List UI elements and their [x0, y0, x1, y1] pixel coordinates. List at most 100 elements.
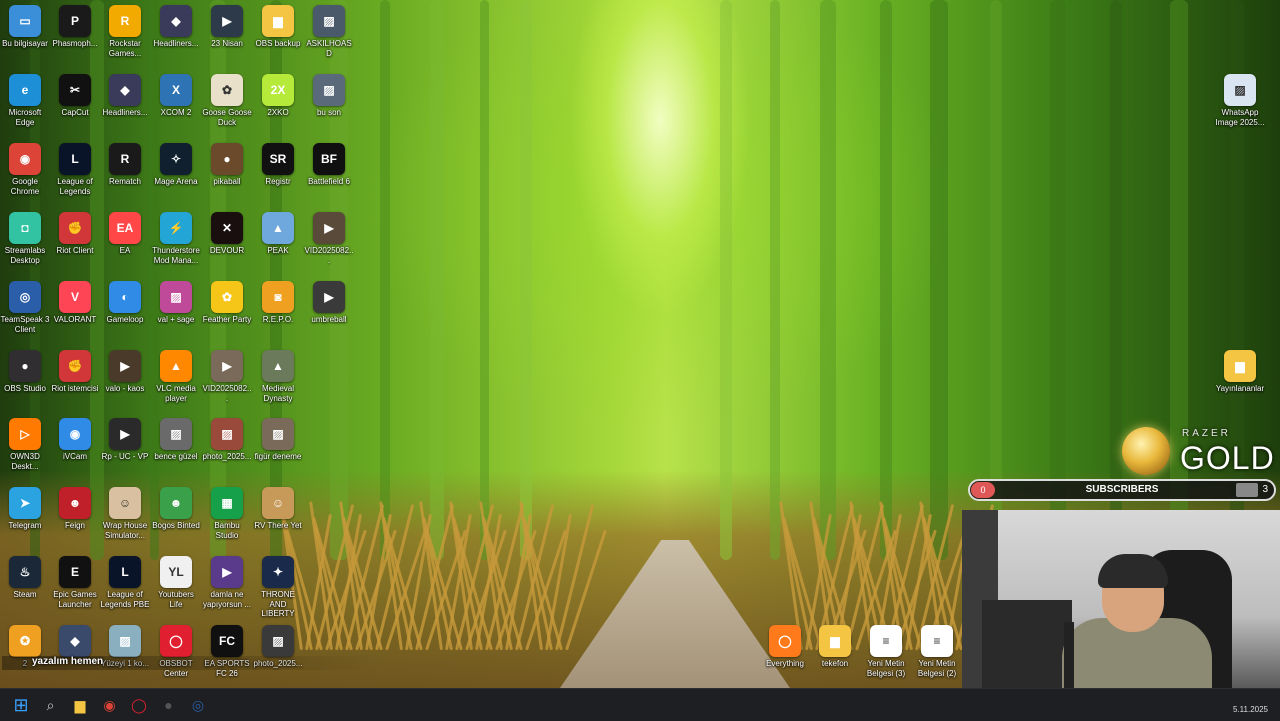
game-icon: ◆ [160, 5, 192, 37]
desktop-shortcut[interactable]: 2X 2XKO [253, 72, 303, 118]
desktop-shortcut[interactable]: L League of Legends PBE [100, 554, 150, 609]
desktop-shortcut[interactable]: ◆ Headliners... [100, 72, 150, 118]
desktop-shortcut[interactable]: ▶ damla ne yapıyorsun ... [202, 554, 252, 609]
desktop-shortcut[interactable]: ▲ VLC media player [151, 348, 201, 403]
desktop-shortcut[interactable]: ▨ ASKILHOASD [304, 3, 354, 58]
desktop-shortcut[interactable]: ✦ THRONE AND LIBERTY [253, 554, 303, 619]
desktop-shortcut[interactable]: ☺ Wrap House Simulator... [100, 485, 150, 540]
desktop-shortcut[interactable]: ◉ Google Chrome [0, 141, 50, 196]
desktop-shortcut[interactable]: ▶ umbreball [304, 279, 354, 325]
desktop-shortcut[interactable]: ✿ Feather Party [202, 279, 252, 325]
desktop-shortcut[interactable]: R Rematch [100, 141, 150, 187]
windows-start-icon[interactable]: ⊞ [9, 693, 33, 717]
desktop-shortcut[interactable]: X XCOM 2 [151, 72, 201, 118]
desktop-shortcut-label: TeamSpeak 3 Client [0, 315, 50, 334]
repo-icon: ◙ [262, 281, 294, 313]
image-icon: ▨ [109, 625, 141, 657]
desktop-shortcut[interactable]: SR Registr [253, 141, 303, 187]
desktop-shortcut[interactable]: ▨ photo_2025... [202, 416, 252, 462]
epic-icon: E [59, 556, 91, 588]
desktop-shortcut[interactable]: R Rockstar Games... [100, 3, 150, 58]
obsbot-icon[interactable]: ◯ [127, 693, 151, 717]
desktop-shortcut[interactable]: ▆ OBS backup [253, 3, 303, 49]
teamspeak-icon[interactable]: ◎ [186, 693, 210, 717]
desktop-shortcut-label: Thunderstore Mod Mana... [152, 246, 200, 265]
desktop-shortcut[interactable]: ✿ Goose Goose Duck [202, 72, 252, 127]
desktop-shortcut[interactable]: ✂ CapCut [50, 72, 100, 118]
desktop-shortcut[interactable]: ▦ Bambu Studio [202, 485, 252, 540]
desktop-shortcut[interactable]: e Microsoft Edge [0, 72, 50, 127]
desktop-shortcut[interactable]: ▨ val + sage [151, 279, 201, 325]
desktop-shortcut[interactable]: ☻ Feign [50, 485, 100, 531]
ivcam-icon: ◉ [59, 418, 91, 450]
desktop-shortcut[interactable]: ▶ Rp - UC - VP [100, 416, 150, 462]
desktop-shortcut[interactable]: ● pikaball [202, 141, 252, 187]
rockstar-icon: R [109, 5, 141, 37]
alien-icon: ☻ [160, 487, 192, 519]
desktop-shortcut[interactable]: ◐ Gameloop [100, 279, 150, 325]
desktop-shortcut[interactable]: ◆ Headliners... [151, 3, 201, 49]
desktop-shortcut[interactable]: YL Youtubers Life [151, 554, 201, 609]
desktop-shortcut-label: CapCut [61, 108, 89, 117]
desktop-shortcut-label: OWN3D Deskt... [10, 452, 40, 471]
desktop-shortcut-label: val + sage [157, 315, 195, 324]
desktop-shortcut[interactable]: ♨ Steam [0, 554, 50, 600]
desktop-shortcut[interactable]: ✊ Riot istemcisi [50, 348, 100, 394]
desktop-shortcut[interactable]: ▨ WhatsApp Image 2025... [1215, 72, 1265, 127]
desktop-shortcut[interactable]: L League of Legends [50, 141, 100, 196]
desktop-shortcut-label: Riot istemcisi [51, 384, 99, 393]
desktop-shortcut-label: Wrap House Simulator... [102, 521, 148, 540]
desktop-shortcut[interactable]: EA EA [100, 210, 150, 256]
desktop-shortcut[interactable]: ▆ Yayınlananlar [1215, 348, 1265, 394]
desktop-shortcut[interactable]: ◘ Streamlabs Desktop [0, 210, 50, 265]
desktop-shortcut[interactable]: ⚡ Thunderstore Mod Mana... [151, 210, 201, 265]
search-icon[interactable]: ⌕ [39, 693, 63, 717]
obs-icon[interactable]: ● [157, 693, 181, 717]
chrome-icon[interactable]: ◉ [98, 693, 122, 717]
desktop-shortcut[interactable]: ▨ bence güzel [151, 416, 201, 462]
desktop-shortcut[interactable]: ◉ iVCam [50, 416, 100, 462]
desktop-shortcut[interactable]: ▷ OWN3D Deskt... [0, 416, 50, 471]
tray-date[interactable]: 5.11.2025 [1233, 705, 1268, 714]
desktop-shortcut[interactable]: ▶ valo - kaos [100, 348, 150, 394]
desktop-shortcut[interactable]: ▨ bu son [304, 72, 354, 118]
riot-icon: ✊ [59, 212, 91, 244]
desktop-shortcut[interactable]: ▭ Bu bilgisayar [0, 3, 50, 49]
bamboo-stalk [1050, 0, 1066, 560]
desktop-shortcut-label: 23 Nisan [211, 39, 243, 48]
throne-icon: ✦ [262, 556, 294, 588]
desktop-shortcut[interactable]: ◎ TeamSpeak 3 Client [0, 279, 50, 334]
desktop-shortcut[interactable]: V VALORANT [50, 279, 100, 325]
desktop-shortcut[interactable]: ◙ R.E.P.O. [253, 279, 303, 325]
desktop-shortcut[interactable]: ≡ Yeni Metin Belgesi (3) [861, 623, 911, 678]
desktop-shortcut[interactable]: ☻ Bogos Binted [151, 485, 201, 531]
desktop-shortcut[interactable]: ≡ Yeni Metin Belgesi (2) [912, 623, 962, 678]
desktop-shortcut[interactable]: ✕ DEVOUR [202, 210, 252, 256]
desktop-shortcut[interactable]: ▲ PEAK [253, 210, 303, 256]
desktop-shortcut[interactable]: ▆ tekefon [810, 623, 860, 669]
desktop-shortcut-label: Bambu Studio [214, 521, 240, 540]
desktop-shortcut[interactable]: ➤ Telegram [0, 485, 50, 531]
desktop-shortcut-label: Goose Goose Duck [202, 108, 252, 127]
razer-gold-text: GOLD [1180, 440, 1275, 476]
desktop-shortcut[interactable]: ● OBS Studio [0, 348, 50, 394]
desktop-shortcut[interactable]: E Epic Games Launcher [50, 554, 100, 609]
desktop-shortcut[interactable]: ◆ [50, 623, 100, 659]
desktop-shortcut[interactable]: ▶ VID2025082... [202, 348, 252, 403]
desktop-shortcut[interactable]: ☺ RV There Yet [253, 485, 303, 531]
desktop-shortcut[interactable]: ▶ VID2025082... [304, 210, 354, 265]
desktop-shortcut[interactable]: ▨ figür deneme [253, 416, 303, 462]
desktop-shortcut-label: DEVOUR [209, 246, 245, 255]
desktop-shortcut[interactable]: ✊ Riot Client [50, 210, 100, 256]
desktop-shortcut[interactable]: BF Battlefield 6 [304, 141, 354, 187]
desktop-shortcut-label: Microsoft Edge [8, 108, 42, 127]
desktop-shortcut[interactable]: ◯ Everything [760, 623, 810, 669]
desktop-shortcut[interactable]: ▲ Medieval Dynasty [253, 348, 303, 403]
desktop-shortcut[interactable]: ▶ 23 Nisan [202, 3, 252, 49]
desktop-shortcut[interactable]: ✧ Mage Arena [151, 141, 201, 187]
webcam-person-beanie [1098, 554, 1168, 588]
desktop-shortcut-label: EA [119, 246, 131, 255]
file-explorer-icon[interactable]: ▆ [68, 693, 92, 717]
desktop-shortcut[interactable]: P Phasmoph... [50, 3, 100, 49]
thunderstore-icon: ⚡ [160, 212, 192, 244]
